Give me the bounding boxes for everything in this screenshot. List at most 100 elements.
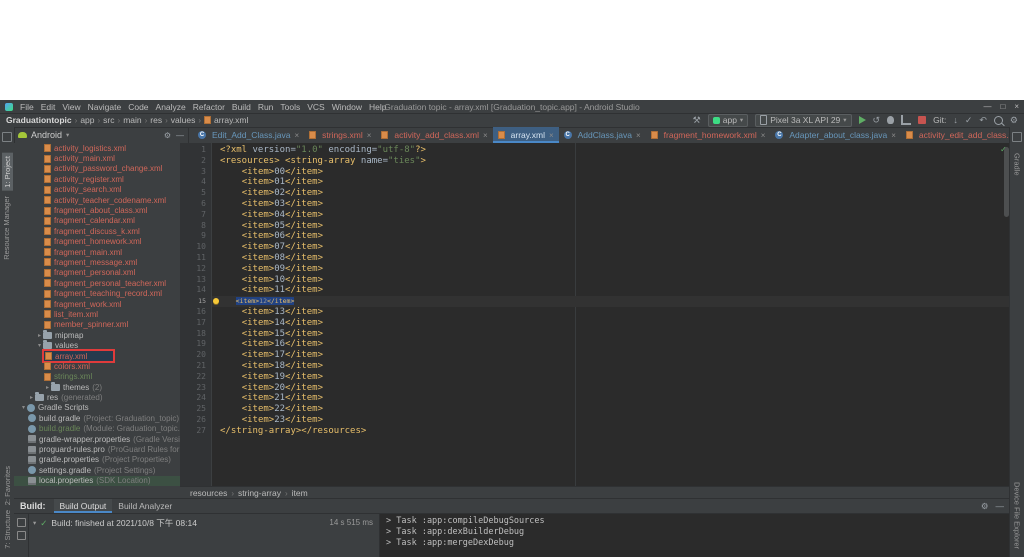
tree-item[interactable]: activity_teacher_codename.xml xyxy=(14,195,180,205)
project-tree[interactable]: activity_logistics.xml activity_main.xml a… xyxy=(14,143,181,499)
build-hide-icon[interactable]: — xyxy=(996,501,1005,512)
menu-item[interactable]: View xyxy=(62,102,80,112)
menu-item[interactable]: Build xyxy=(232,102,251,112)
device-selector[interactable]: Pixel 3a XL API 29 ▾ xyxy=(755,113,852,127)
close-icon[interactable]: × xyxy=(636,131,641,140)
tree-item[interactable]: ▾ values xyxy=(14,340,180,350)
lightbulb-icon[interactable] xyxy=(213,298,219,305)
editor-tab[interactable]: strings.xml × xyxy=(304,127,376,143)
build-hammer-icon[interactable]: ⚒ xyxy=(693,115,701,125)
close-icon[interactable]: × xyxy=(891,131,896,140)
close-button[interactable]: × xyxy=(1014,102,1019,111)
tree-item[interactable]: settings.gradle (Project Settings) xyxy=(14,465,180,475)
breadcrumb-item[interactable]: item xyxy=(292,488,308,498)
tree-item[interactable]: list_item.xml xyxy=(14,309,180,319)
tree-item[interactable]: gradle-wrapper.properties(Gradle Version… xyxy=(14,434,180,444)
project-view-selector[interactable]: Android xyxy=(31,130,62,140)
tree-item[interactable]: ▸ themes (2) xyxy=(14,381,180,392)
close-icon[interactable]: × xyxy=(549,131,554,140)
chevron-right-icon[interactable]: ▸ xyxy=(36,332,43,339)
apply-changes-icon[interactable]: ↺ xyxy=(873,115,881,125)
tool-window-label[interactable]: 2: Favorites xyxy=(3,466,12,505)
editor-tab[interactable]: C AddClass.java × xyxy=(559,127,646,143)
menu-item[interactable]: Navigate xyxy=(88,102,122,112)
build-tab[interactable]: Build Output xyxy=(53,499,113,513)
git-commit-icon[interactable]: ✓ xyxy=(965,115,973,125)
chevron-down-icon[interactable]: ▾ xyxy=(20,404,27,411)
run-config-selector[interactable]: app ▾ xyxy=(707,113,749,127)
breadcrumb-item[interactable]: array.xml xyxy=(214,115,248,125)
build-console[interactable]: > Task :app:compileDebugSources > Task :a… xyxy=(380,514,1010,557)
editor-tab[interactable]: array.xml × xyxy=(492,127,559,143)
close-icon[interactable]: × xyxy=(761,131,766,140)
editor-tab[interactable]: fragment_homework.xml × xyxy=(646,127,771,143)
tree-item[interactable]: fragment_personal_teacher.xml xyxy=(14,278,180,288)
close-icon[interactable]: × xyxy=(294,131,299,140)
tree-item[interactable]: activity_logistics.xml xyxy=(14,143,180,153)
tree-item[interactable]: build.gradle(Module: Graduation_topic.ap… xyxy=(14,424,180,434)
tree-item[interactable]: build.gradle (Project: Graduation_topic) xyxy=(14,413,180,423)
run-button[interactable] xyxy=(858,116,866,124)
tree-item[interactable]: fragment_teaching_record.xml xyxy=(14,288,180,298)
settings-gear-icon[interactable]: ⚙ xyxy=(1010,115,1018,125)
minimize-button[interactable]: — xyxy=(983,102,991,111)
tree-item[interactable]: fragment_about_class.xml xyxy=(14,205,180,215)
git-update-icon[interactable]: ↓ xyxy=(953,115,958,125)
maximize-button[interactable]: □ xyxy=(1000,102,1005,111)
editor-tab[interactable]: C Edit_Add_Class.java × xyxy=(193,127,304,143)
tool-strip-icon[interactable] xyxy=(1012,132,1022,142)
tree-item[interactable]: activity_password_change.xml xyxy=(14,164,180,174)
profiler-icon[interactable] xyxy=(901,115,912,125)
breadcrumb-item[interactable]: string-array xyxy=(238,488,281,498)
chevron-right-icon[interactable]: ▸ xyxy=(28,394,35,401)
menu-item[interactable]: Analyze xyxy=(156,102,186,112)
stop-button[interactable] xyxy=(918,116,927,124)
menu-item[interactable]: Code xyxy=(128,102,148,112)
editor-tab[interactable]: activity_add_class.xml × xyxy=(376,127,492,143)
tree-item[interactable]: local.properties (SDK Location) xyxy=(14,475,180,486)
breadcrumb-item[interactable]: resources xyxy=(190,488,227,498)
menu-item[interactable]: Tools xyxy=(280,102,300,112)
breadcrumb-item[interactable]: res xyxy=(150,115,162,125)
chevron-right-icon[interactable]: ▸ xyxy=(44,384,51,391)
menu-item[interactable]: Edit xyxy=(41,102,56,112)
build-status-row[interactable]: ▾ ✓ Build: finished at 2021/10/8 下午 08:1… xyxy=(33,517,375,529)
breadcrumb-item[interactable]: Graduationtopic xyxy=(6,115,72,125)
code-area[interactable]: ✓ <?xml version="1.0" encoding="utf-8"?>… xyxy=(212,143,1010,487)
tree-item[interactable]: fragment_message.xml xyxy=(14,257,180,267)
tree-item[interactable]: ▸ mipmap xyxy=(14,329,180,340)
tree-item[interactable]: array.xml xyxy=(14,349,180,363)
editor-tab[interactable]: C Adapter_about_class.java × xyxy=(770,127,901,143)
menu-item[interactable]: Refactor xyxy=(193,102,225,112)
chevron-down-icon[interactable]: ▾ xyxy=(36,342,43,349)
tree-item[interactable]: strings.xml xyxy=(14,372,180,382)
tree-item[interactable]: fragment_calendar.xml xyxy=(14,216,180,226)
tool-window-label[interactable]: 7: Structure xyxy=(3,510,12,549)
tree-item[interactable]: fragment_work.xml xyxy=(14,299,180,309)
panel-hide-icon[interactable]: — xyxy=(176,131,184,140)
menu-item[interactable]: Run xyxy=(258,102,274,112)
tree-item[interactable]: colors.xml xyxy=(14,361,180,371)
editor[interactable]: 1 2 3 4 5 6 7 8 9 10 11 12 13 14 15 16 17 18 19 20 21 22 23 24 2… xyxy=(180,143,1010,487)
tree-item[interactable]: activity_search.xml xyxy=(14,185,180,195)
tree-item[interactable]: gradle.properties (Project Properties) xyxy=(14,455,180,465)
debug-icon[interactable] xyxy=(887,116,895,124)
tree-item[interactable]: ▾ Gradle Scripts xyxy=(14,403,180,413)
tool-window-label[interactable]: Gradle xyxy=(1013,153,1022,176)
tree-item[interactable]: fragment_personal.xml xyxy=(14,268,180,278)
tree-item[interactable]: fragment_main.xml xyxy=(14,247,180,257)
tree-item[interactable]: proguard-rules.pro(ProGuard Rules for ..… xyxy=(14,444,180,454)
close-icon[interactable]: × xyxy=(483,131,488,140)
tree-item[interactable]: fragment_homework.xml xyxy=(14,237,180,247)
menu-item[interactable]: VCS xyxy=(307,102,324,112)
build-tab[interactable]: Build Analyzer xyxy=(112,499,178,513)
tool-window-label[interactable]: 1: Project xyxy=(1,153,13,191)
menu-item[interactable]: Window xyxy=(332,102,362,112)
tool-strip-icon[interactable] xyxy=(2,132,12,142)
menu-item[interactable]: File xyxy=(20,102,34,112)
tree-item[interactable]: activity_main.xml xyxy=(14,153,180,163)
tree-item[interactable]: activity_register.xml xyxy=(14,174,180,184)
breadcrumb-item[interactable]: main xyxy=(123,115,141,125)
breadcrumb-item[interactable]: app xyxy=(80,115,94,125)
build-result-pane[interactable]: ▾ ✓ Build: finished at 2021/10/8 下午 08:1… xyxy=(29,514,380,557)
